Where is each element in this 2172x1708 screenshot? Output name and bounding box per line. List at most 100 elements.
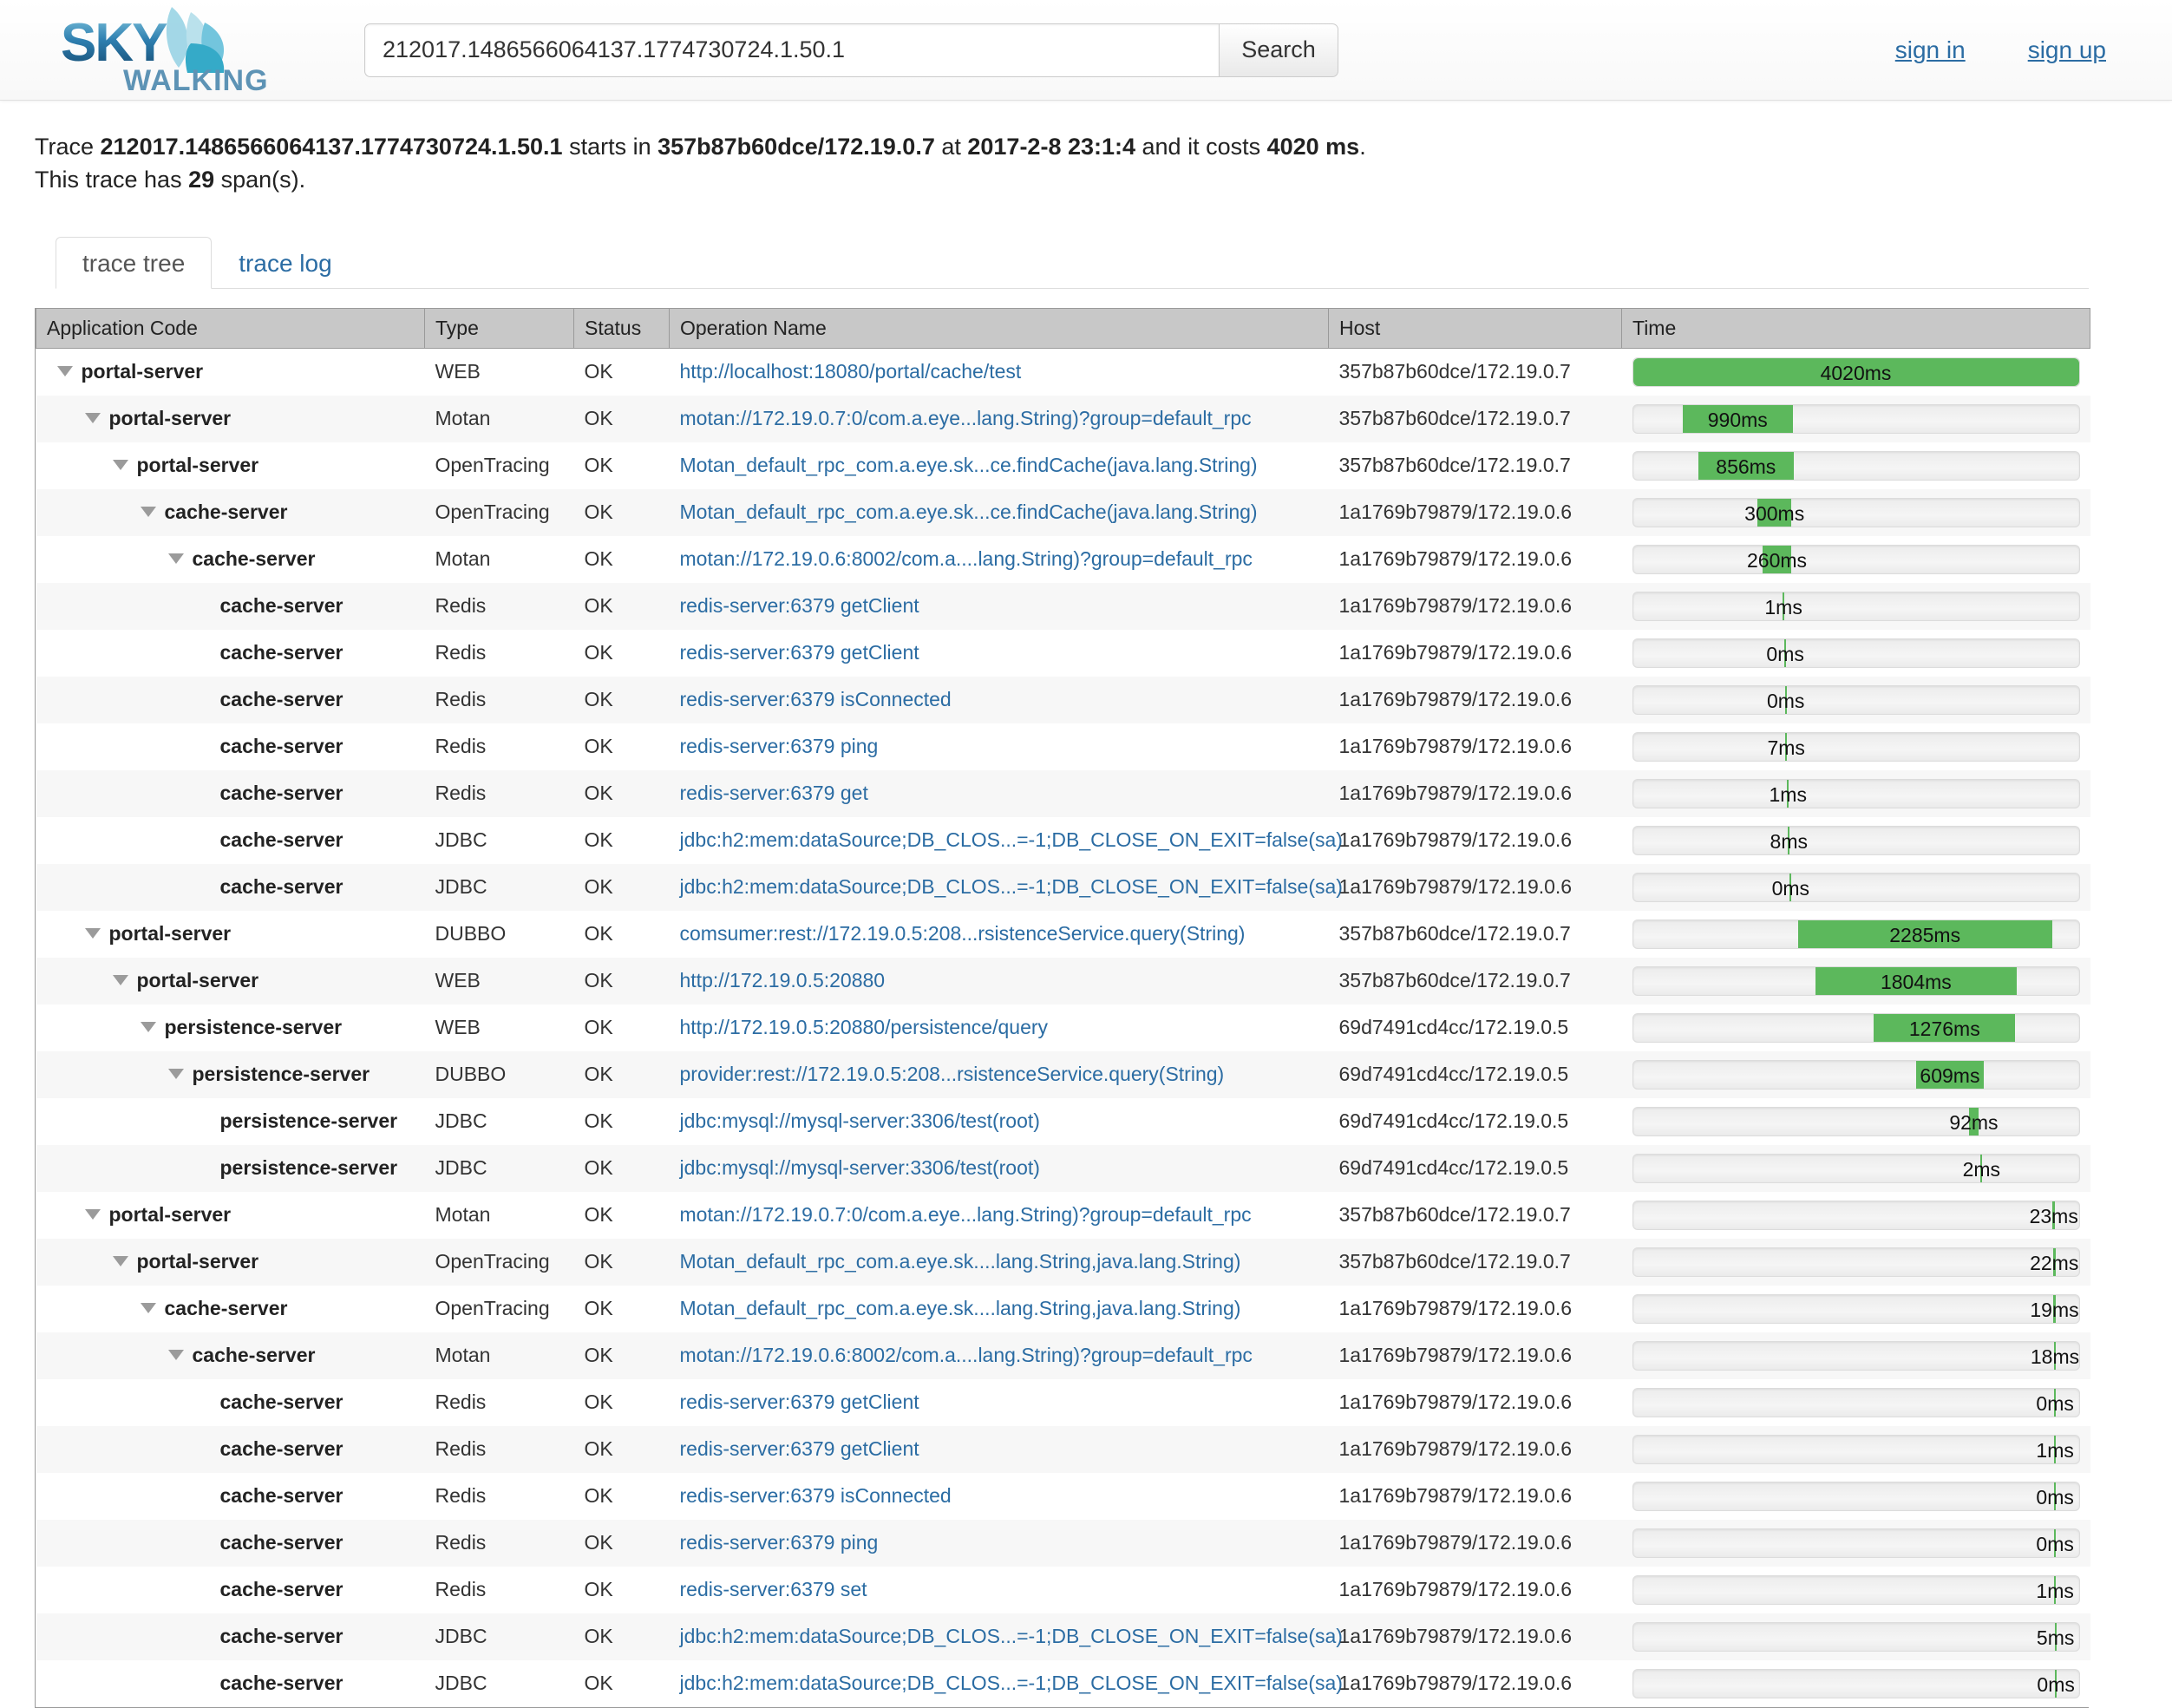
operation-name-link[interactable]: jdbc:h2:mem:dataSource;DB_CLOS...=-1;DB_… [680, 828, 1343, 851]
operation-name-link[interactable]: redis-server:6379 isConnected [680, 688, 952, 710]
table-row[interactable]: cache-server Redis OK redis-server:6379 get… [36, 1378, 2090, 1426]
operation-name-link[interactable]: jdbc:h2:mem:dataSource;DB_CLOS...=-1;DB_… [680, 875, 1343, 898]
caret-down-icon[interactable] [167, 1069, 184, 1080]
cell-time: 23ms [1622, 1192, 2090, 1239]
operation-name-link[interactable]: redis-server:6379 isConnected [680, 1484, 952, 1507]
cell-host: 1a1769b79879/172.19.0.6 [1338, 501, 1573, 524]
operation-name-link[interactable]: Motan_default_rpc_com.a.eye.sk...ce.find… [680, 501, 1258, 523]
operation-name-link[interactable]: motan://172.19.0.6:8002/com.a....lang.St… [680, 547, 1253, 570]
operation-name-link[interactable]: redis-server:6379 set [680, 1578, 867, 1600]
table-row[interactable]: cache-server Redis OK redis-server:6379 pin… [36, 1519, 2090, 1567]
search-button[interactable]: Search [1219, 23, 1338, 77]
table-row[interactable]: portal-server OpenTracing OK Motan_default_… [36, 1238, 2090, 1286]
table-row[interactable]: persistence-server DUBBO OK provider:rest:/… [36, 1050, 2090, 1098]
operation-name-link[interactable]: http://172.19.0.5:20880 [680, 969, 886, 991]
caret-down-icon[interactable] [112, 460, 128, 471]
operation-name-link[interactable]: redis-server:6379 getClient [680, 641, 919, 664]
table-row[interactable]: cache-server OpenTracing OK Motan_default_r… [36, 488, 2090, 536]
table-row[interactable]: portal-server WEB OK http://172.19.0.5:2088… [36, 957, 2090, 1005]
cell-host: 69d7491cd4cc/172.19.0.5 [1338, 1109, 1569, 1133]
application-code-label: persistence-server [164, 1016, 343, 1039]
table-row[interactable]: cache-server Motan OK motan://172.19.0.6:80… [36, 1332, 2090, 1379]
operation-name-link[interactable]: Motan_default_rpc_com.a.eye.sk...ce.find… [680, 454, 1258, 476]
table-row[interactable]: portal-server Motan OK motan://172.19.0.7:0… [36, 395, 2090, 442]
caret-down-icon[interactable] [84, 1209, 101, 1220]
table-row[interactable]: portal-server Motan OK motan://172.19.0.7:0… [36, 1191, 2090, 1239]
table-row[interactable]: cache-server Motan OK motan://172.19.0.6:80… [36, 535, 2090, 583]
operation-name-link[interactable]: motan://172.19.0.6:8002/com.a....lang.St… [680, 1344, 1253, 1366]
caret-down-icon[interactable] [56, 366, 73, 377]
table-row[interactable]: cache-server Redis OK redis-server:6379 get… [36, 629, 2090, 677]
cell-time: 19ms [1622, 1286, 2090, 1332]
table-row[interactable]: cache-server Redis OK redis-server:6379 isC… [36, 1472, 2090, 1520]
skywalking-logo[interactable]: SKY WALKING [61, 6, 356, 94]
duration-bar-clip [1633, 732, 2079, 761]
operation-name-link[interactable]: motan://172.19.0.7:0/com.a.eye...lang.St… [680, 1203, 1252, 1226]
sign-up-link[interactable]: sign up [2028, 36, 2106, 64]
operation-name-link[interactable]: http://172.19.0.5:20880/persistence/quer… [680, 1016, 1049, 1038]
application-code-label: cache-server [219, 1391, 343, 1414]
caret-down-icon[interactable] [112, 975, 128, 986]
duration-bar-fill [2054, 1528, 2057, 1557]
status-badge: OK [584, 875, 613, 899]
table-row[interactable]: persistence-server WEB OK http://172.19.0.5… [36, 1004, 2090, 1051]
column-header-operation-name: Operation Name [669, 307, 1329, 349]
operation-name-link[interactable]: jdbc:h2:mem:dataSource;DB_CLOS...=-1;DB_… [680, 1672, 1343, 1694]
application-code-label: cache-server [192, 1344, 316, 1367]
tab-trace-log[interactable]: trace log [212, 237, 358, 289]
table-row[interactable]: cache-server Redis OK redis-server:6379 isC… [36, 676, 2090, 723]
table-row[interactable]: cache-server Redis OK redis-server:6379 get… [36, 582, 2090, 630]
operation-name-link[interactable]: http://localhost:18080/portal/cache/test [680, 360, 1022, 383]
caret-down-icon[interactable] [140, 1022, 156, 1033]
duration-bar-fill [2054, 1575, 2057, 1604]
caret-down-icon[interactable] [167, 1350, 184, 1361]
operation-name-link[interactable]: jdbc:h2:mem:dataSource;DB_CLOS...=-1;DB_… [680, 1625, 1343, 1647]
table-row[interactable]: cache-server JDBC OK jdbc:h2:mem:dataSource… [36, 863, 2090, 911]
caret-down-icon[interactable] [84, 928, 101, 939]
table-row[interactable]: cache-server Redis OK redis-server:6379 set… [36, 1566, 2090, 1613]
operation-name-link[interactable]: redis-server:6379 getClient [680, 594, 919, 617]
cell-application-code: portal-server [36, 396, 425, 442]
cell-host: 1a1769b79879/172.19.0.6 [1338, 1578, 1573, 1601]
operation-name-link[interactable]: redis-server:6379 ping [680, 735, 879, 757]
tab-trace-tree[interactable]: trace tree [56, 236, 213, 289]
sign-in-link[interactable]: sign in [1895, 36, 1966, 64]
caret-down-icon[interactable] [167, 553, 184, 565]
table-row[interactable]: cache-server JDBC OK jdbc:h2:mem:dataSource… [36, 816, 2090, 864]
table-row[interactable]: portal-server WEB OK http://localhost:18080… [36, 348, 2090, 396]
table-row[interactable]: cache-server Redis OK redis-server:6379 pin… [36, 723, 2090, 770]
operation-name-link[interactable]: redis-server:6379 getClient [680, 1391, 919, 1413]
table-row[interactable]: cache-server Redis OK redis-server:6379 get… [36, 769, 2090, 817]
table-row[interactable]: persistence-server JDBC OK jdbc:mysql://mys… [36, 1097, 2090, 1145]
duration-bar-clip [1632, 357, 2079, 386]
table-row[interactable]: portal-server DUBBO OK comsumer:rest://172.… [36, 910, 2090, 958]
operation-name-link[interactable]: redis-server:6379 ping [680, 1531, 879, 1554]
duration-bar-clip [1633, 451, 2079, 480]
operation-name-link[interactable]: provider:rest://172.19.0.5:208...rsisten… [680, 1063, 1225, 1085]
caret-down-icon[interactable] [140, 507, 156, 518]
caret-down-icon[interactable] [84, 413, 101, 424]
table-row[interactable]: cache-server OpenTracing OK Motan_default_r… [36, 1285, 2090, 1332]
operation-name-link[interactable]: comsumer:rest://172.19.0.5:208...rsisten… [680, 922, 1246, 945]
duration-bar-clip [1633, 638, 2079, 667]
operation-name-link[interactable]: redis-server:6379 get [680, 782, 868, 804]
operation-name-link[interactable]: redis-server:6379 getClient [680, 1437, 919, 1460]
table-row[interactable]: portal-server OpenTracing OK Motan_default_… [36, 442, 2090, 489]
table-row[interactable]: persistence-server JDBC OK jdbc:mysql://mys… [36, 1144, 2090, 1192]
cell-operation-name: motan://172.19.0.7:0/com.a.eye...lang.St… [670, 396, 1329, 442]
caret-down-icon[interactable] [112, 1256, 128, 1267]
trace-summary-line-1: Trace 212017.1486566064137.1774730724.1.… [35, 130, 2172, 163]
table-row[interactable]: cache-server JDBC OK jdbc:h2:mem:dataSource… [36, 1659, 2090, 1707]
operation-name-link[interactable]: motan://172.19.0.7:0/com.a.eye...lang.St… [680, 407, 1252, 429]
operation-name-link[interactable]: jdbc:mysql://mysql-server:3306/test(root… [680, 1109, 1040, 1132]
cell-time: 1ms [1622, 1567, 2090, 1613]
duration-bar-clip [1633, 1622, 2079, 1651]
operation-name-link[interactable]: Motan_default_rpc_com.a.eye.sk....lang.S… [680, 1297, 1241, 1319]
cell-operation-name: http://172.19.0.5:20880/persistence/quer… [670, 1005, 1329, 1051]
table-row[interactable]: cache-server Redis OK redis-server:6379 get… [36, 1425, 2090, 1473]
table-row[interactable]: cache-server JDBC OK jdbc:h2:mem:dataSource… [36, 1613, 2090, 1660]
search-input[interactable] [364, 23, 1219, 77]
caret-down-icon[interactable] [140, 1303, 156, 1314]
operation-name-link[interactable]: Motan_default_rpc_com.a.eye.sk....lang.S… [680, 1250, 1241, 1273]
operation-name-link[interactable]: jdbc:mysql://mysql-server:3306/test(root… [680, 1156, 1040, 1179]
